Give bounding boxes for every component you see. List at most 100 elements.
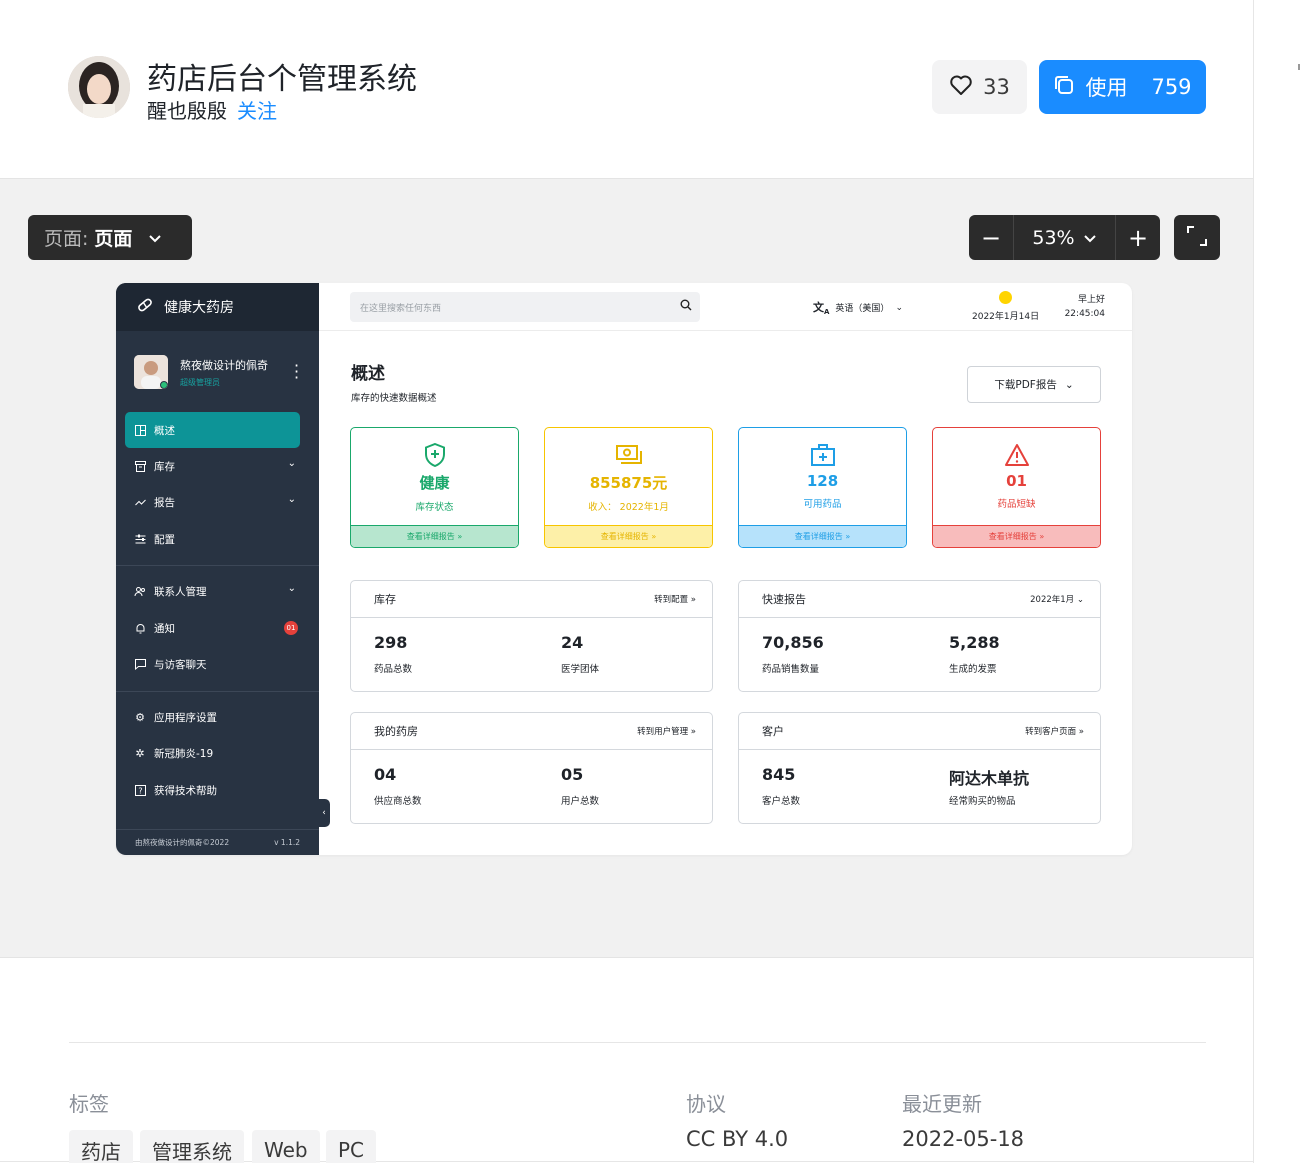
mock-brand-name: 健康大药房 — [164, 300, 234, 316]
copy-icon — [1053, 74, 1075, 101]
chevron-down-icon — [1083, 227, 1097, 249]
version: v 1.1.2 — [274, 838, 300, 847]
panel-link[interactable]: 转到配置 » — [654, 593, 696, 605]
search-icon[interactable] — [680, 299, 692, 314]
panel-title: 我的药房 — [374, 725, 418, 738]
trend-icon — [134, 496, 146, 508]
tag-chip[interactable]: Web — [252, 1130, 320, 1163]
zoom-level: 53% — [1032, 226, 1075, 249]
panel-label: 药品销售数量 — [762, 664, 820, 675]
card-report-link[interactable]: 查看详细报告 » — [933, 525, 1100, 547]
page-selector-label: 页面: — [44, 228, 89, 250]
author-name[interactable]: 醒也殷殷 — [147, 99, 227, 123]
sidebar-item-inventory[interactable]: 库存 ⌄ — [125, 448, 300, 484]
gear-icon: ⚙ — [135, 710, 145, 724]
sidebar-item-config[interactable]: 配置 — [125, 521, 300, 557]
tag-chip[interactable]: 管理系统 — [140, 1130, 244, 1163]
time-text: 22:45:04 — [1064, 309, 1105, 319]
panel-value: 5,288 — [949, 633, 1000, 652]
sidebar-item-label: 应用程序设置 — [154, 711, 217, 724]
page-selector-value: 页面 — [94, 228, 133, 250]
card-label: 库存状态 — [415, 502, 454, 513]
panel-label: 生成的发票 — [949, 664, 997, 675]
chevron-down-icon: ⌄ — [287, 494, 296, 505]
sidebar-item-chat[interactable]: 与访客聊天 — [125, 646, 300, 682]
card-label[interactable]: 收入： 2022年1月 — [588, 499, 669, 513]
tag-chip[interactable]: 药店 — [69, 1130, 133, 1163]
chat-icon — [134, 658, 146, 670]
sidebar-item-label: 联系人管理 — [154, 585, 207, 598]
tag-chip[interactable]: PC — [326, 1130, 377, 1163]
use-count: 759 — [1151, 75, 1192, 99]
mock-user-name: 熬夜做设计的佩奇 — [180, 358, 268, 372]
heart-icon — [949, 74, 973, 101]
like-button[interactable]: 33 — [932, 60, 1027, 114]
month-dropdown[interactable]: 2022年1月 ⌄ — [1030, 593, 1084, 605]
panel-link[interactable]: 转到用户管理 » — [637, 725, 696, 737]
sidebar-item-notifications[interactable]: 通知 01 — [125, 610, 300, 646]
panel-value: 845 — [762, 765, 796, 784]
notification-badge: 01 — [284, 621, 298, 635]
page-selector[interactable]: 页面: 页面 — [28, 215, 192, 260]
collapse-sidebar-button[interactable]: ‹ — [318, 799, 330, 827]
panel-label: 用户总数 — [561, 796, 600, 807]
zoom-out-button[interactable]: − — [969, 215, 1013, 260]
panel-label: 客户总数 — [762, 796, 801, 807]
card-label: 药品短缺 — [997, 499, 1036, 510]
chevron-down-icon — [148, 227, 162, 249]
fullscreen-button[interactable] — [1174, 215, 1220, 260]
author-line: 醒也殷殷 关注 — [147, 95, 277, 124]
sidebar-item-covid[interactable]: ✲ 新冠肺炎-19 — [125, 735, 300, 771]
design-header: 药店后台个管理系统 醒也殷殷 关注 33 使用 759 — [0, 0, 1253, 178]
medkit-icon — [810, 442, 836, 468]
pill-icon — [136, 296, 154, 318]
chevron-down-icon: ⌄ — [287, 458, 296, 469]
sidebar-item-contacts[interactable]: 联系人管理 ⌄ — [125, 573, 300, 609]
sidebar-item-label: 配置 — [154, 533, 175, 546]
card-value: 128 — [806, 472, 839, 490]
card-report-link[interactable]: 查看详细报告 » — [739, 525, 906, 547]
zoom-in-button[interactable]: + — [1116, 215, 1160, 260]
sidebar-item-help[interactable]: ? 获得技术帮助 — [125, 772, 300, 808]
translate-icon: 文A — [813, 301, 830, 317]
language-selector[interactable]: 文A 英语（美国） ⌄ — [813, 299, 903, 316]
sidebar-item-label: 报告 — [154, 496, 175, 509]
chevron-down-icon: ⌄ — [287, 583, 296, 594]
follow-link[interactable]: 关注 — [237, 99, 277, 123]
tags-label: 标签 — [69, 1092, 109, 1116]
download-pdf-button[interactable]: 下载PDF报告 ⌄ — [967, 366, 1101, 403]
panel-label: 药品总数 — [374, 664, 413, 675]
card-report-link[interactable]: 查看详细报告 » — [351, 525, 518, 547]
sidebar-divider — [116, 565, 319, 566]
license-value[interactable]: CC BY 4.0 — [686, 1127, 788, 1151]
sidebar-item-reports[interactable]: 报告 ⌄ — [125, 484, 300, 520]
card-report-link[interactable]: 查看详细报告 » — [545, 525, 712, 547]
zoom-control: − 53% + — [969, 215, 1160, 260]
sliders-icon — [134, 533, 146, 545]
greeting-block: 早上好 22:45:04 — [1049, 293, 1105, 321]
chevron-down-icon: ⌄ — [895, 302, 903, 313]
panel-title: 快速报告 — [762, 593, 806, 606]
use-button[interactable]: 使用 759 — [1039, 60, 1206, 114]
sidebar-item-label: 与访客聊天 — [154, 658, 207, 671]
author-avatar[interactable] — [68, 56, 130, 118]
sidebar-divider — [116, 691, 319, 692]
sidebar-item-app-settings[interactable]: ⚙ 应用程序设置 — [125, 699, 300, 735]
status-card-revenue: 855875元 收入： 2022年1月 查看详细报告 » — [544, 427, 713, 548]
bell-icon — [134, 622, 146, 634]
zoom-level-dropdown[interactable]: 53% — [1013, 215, 1116, 260]
greeting-text: 早上好 — [1077, 295, 1105, 305]
panel-link[interactable]: 转到客户页面 » — [1025, 725, 1084, 737]
preview-canvas[interactable]: 页面: 页面 − 53% + 健康大药房 熬夜做设计的佩奇 超级管理员 · · … — [0, 178, 1253, 958]
more-icon[interactable]: · · · — [294, 358, 299, 386]
status-card-shortage: 01 药品短缺 查看详细报告 » — [932, 427, 1101, 548]
copyright: 由熬夜做设计的佩奇©2022 — [135, 838, 230, 847]
sidebar-item-overview[interactable]: 概述 — [125, 412, 300, 448]
like-count: 33 — [983, 75, 1010, 99]
mock-search-input[interactable]: 在这里搜索任何东西 — [350, 292, 700, 322]
status-card-health: 健康 库存状态 查看详细报告 » — [350, 427, 519, 548]
panel-label: 医学团体 — [561, 664, 600, 675]
use-label: 使用 — [1085, 76, 1128, 100]
warning-icon — [1004, 442, 1030, 468]
sidebar-item-label: 通知 — [154, 622, 175, 635]
